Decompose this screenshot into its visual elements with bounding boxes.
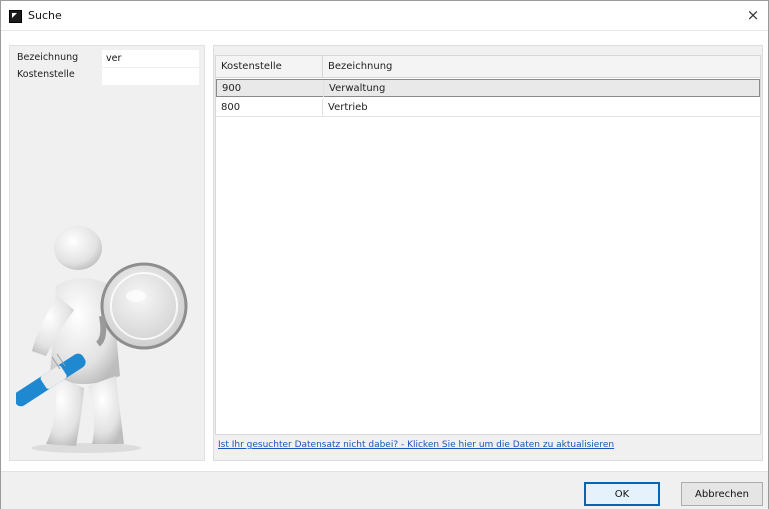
- title-bar: Suche ×: [1, 1, 768, 31]
- kostenstelle-label: Kostenstelle: [17, 69, 75, 80]
- results-panel: Kostenstelle Bezeichnung 900 Verwaltung …: [213, 45, 763, 461]
- cancel-button[interactable]: Abbrechen: [681, 482, 763, 506]
- refresh-data-link[interactable]: Ist Ihr gesuchter Datensatz nicht dabei?…: [218, 440, 614, 450]
- table-row[interactable]: 800 Vertrieb: [216, 99, 760, 117]
- cell-kostenstelle: 800: [216, 99, 323, 116]
- search-dialog: Suche × Bezeichnung Kostenstelle: [0, 0, 769, 509]
- cell-bezeichnung: Vertrieb: [328, 102, 368, 113]
- table-row[interactable]: 900 Verwaltung: [216, 79, 760, 97]
- bezeichnung-field[interactable]: [102, 50, 199, 67]
- close-icon[interactable]: ×: [744, 6, 762, 24]
- window-title: Suche: [28, 9, 62, 22]
- results-table: Kostenstelle Bezeichnung 900 Verwaltung …: [215, 55, 761, 435]
- ok-button[interactable]: OK: [584, 482, 660, 506]
- kostenstelle-field[interactable]: [102, 68, 199, 85]
- dialog-content: Bezeichnung Kostenstelle: [9, 45, 763, 461]
- person-with-magnifier-illustration: [16, 226, 188, 453]
- app-icon: [9, 10, 22, 23]
- bezeichnung-label: Bezeichnung: [17, 52, 79, 63]
- cell-bezeichnung: Verwaltung: [329, 83, 386, 94]
- filter-panel: Bezeichnung Kostenstelle: [9, 45, 205, 461]
- column-header-kostenstelle[interactable]: Kostenstelle: [216, 56, 323, 78]
- button-bar: OK Abbrechen: [1, 471, 768, 509]
- cell-kostenstelle: 900: [217, 80, 324, 97]
- column-header-bezeichnung[interactable]: Bezeichnung: [323, 56, 762, 78]
- table-header: Kostenstelle Bezeichnung: [216, 56, 760, 78]
